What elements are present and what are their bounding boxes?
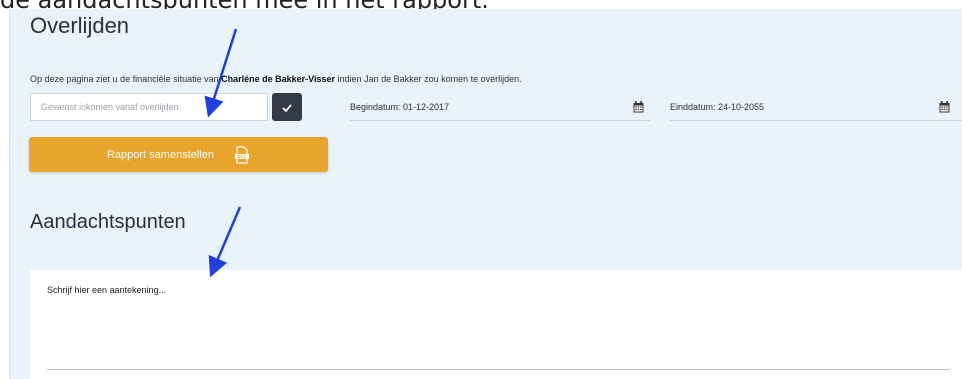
report-button-label: Rapport samenstellen bbox=[106, 148, 214, 161]
doc-file-icon: DOC bbox=[234, 145, 250, 164]
calendar-icon[interactable] bbox=[939, 101, 950, 115]
svg-text:DOC: DOC bbox=[237, 154, 246, 159]
note-underline bbox=[47, 369, 950, 370]
confirm-income-button[interactable] bbox=[272, 93, 302, 121]
intro-text: Op deze pagina ziet u de financiële situ… bbox=[30, 74, 522, 84]
start-date-field[interactable]: Begindatum: 01-12-2017 bbox=[350, 93, 650, 121]
note-placeholder: Schrijf hier een aantekening... bbox=[47, 285, 167, 295]
calendar-icon[interactable] bbox=[633, 101, 644, 115]
end-date-label: Einddatum: 24-10-2055 bbox=[670, 101, 765, 112]
income-input[interactable] bbox=[30, 93, 268, 121]
page-title: Overlijden bbox=[30, 13, 130, 38]
intro-before: Op deze pagina ziet u de financiële situ… bbox=[30, 74, 222, 84]
start-date-label: Begindatum: 01-12-2017 bbox=[350, 101, 450, 112]
generate-report-button[interactable]: Rapport samenstellen DOC bbox=[29, 137, 328, 172]
intro-after: indien Jan de Bakker zou komen te overli… bbox=[335, 74, 522, 84]
note-textarea[interactable]: Schrijf hier een aantekening... bbox=[30, 270, 962, 379]
left-sidebar-edge bbox=[0, 9, 10, 379]
notes-section-title: Aandachtspunten bbox=[30, 211, 186, 233]
end-date-field[interactable]: Einddatum: 24-10-2055 bbox=[670, 93, 962, 121]
check-icon bbox=[282, 100, 292, 115]
intro-person-name: Charléne de Bakker-Visser bbox=[221, 74, 336, 84]
